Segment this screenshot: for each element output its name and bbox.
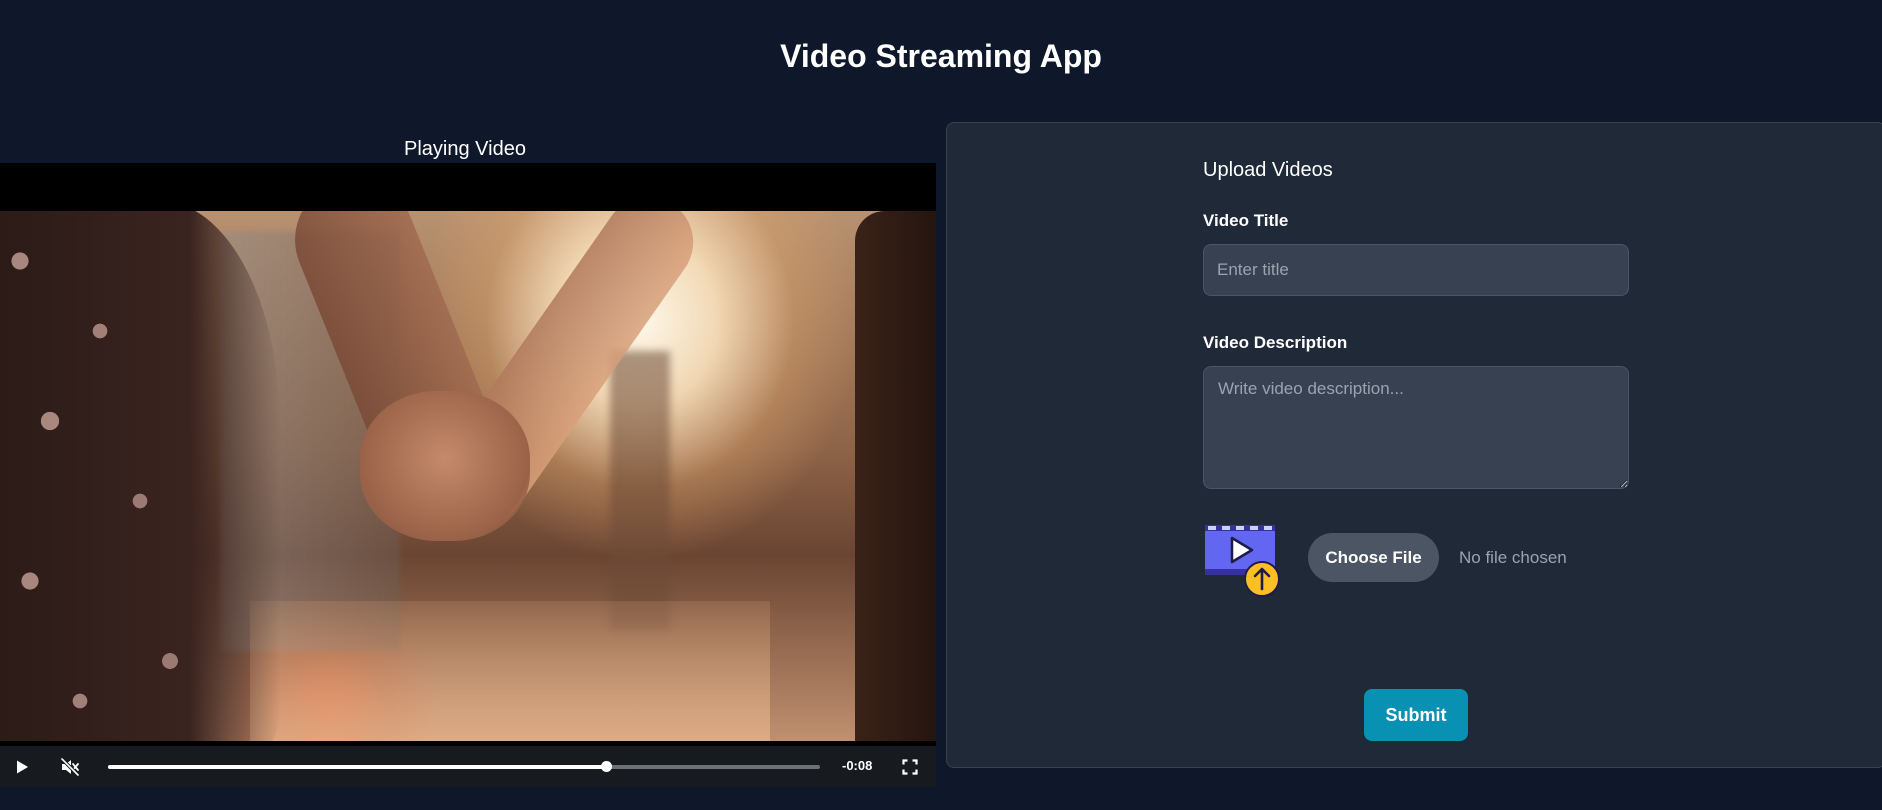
video-scene-dress (0, 211, 280, 741)
file-status-text: No file chosen (1459, 548, 1567, 567)
video-player[interactable]: -0:08 (0, 163, 936, 787)
video-title-input[interactable] (1203, 244, 1629, 296)
choose-file-button[interactable]: Choose File (1308, 533, 1439, 582)
video-heading: Playing Video (404, 138, 526, 160)
time-remaining: -0:08 (842, 758, 873, 773)
video-scene-tower (610, 351, 670, 631)
video-scene-figure (855, 211, 936, 741)
video-upload-icon (1205, 525, 1280, 597)
mute-button[interactable] (50, 746, 90, 787)
video-scene-hands (360, 391, 530, 541)
video-section: Playing Video -0:08 (0, 130, 936, 790)
submit-button[interactable]: Submit (1364, 689, 1468, 741)
seek-bar[interactable] (108, 761, 820, 772)
video-description-label: Video Description (1203, 333, 1348, 352)
seek-bar-thumb[interactable] (601, 761, 613, 772)
upload-heading: Upload Videos (1203, 159, 1333, 181)
play-button[interactable] (2, 746, 42, 787)
fullscreen-button[interactable] (890, 746, 930, 787)
video-description-input[interactable] (1203, 366, 1629, 489)
volume-muted-icon (60, 757, 80, 776)
app-title: Video Streaming App (780, 38, 1102, 74)
video-scene-street (250, 601, 770, 741)
fullscreen-icon (902, 758, 918, 775)
seek-bar-played (108, 765, 607, 769)
upload-panel: Upload Videos Video Title Video Descript… (946, 122, 1882, 768)
video-frame-image[interactable] (0, 211, 936, 741)
play-icon (17, 760, 28, 773)
video-controls: -0:08 (0, 746, 936, 787)
video-title-label: Video Title (1203, 211, 1289, 230)
